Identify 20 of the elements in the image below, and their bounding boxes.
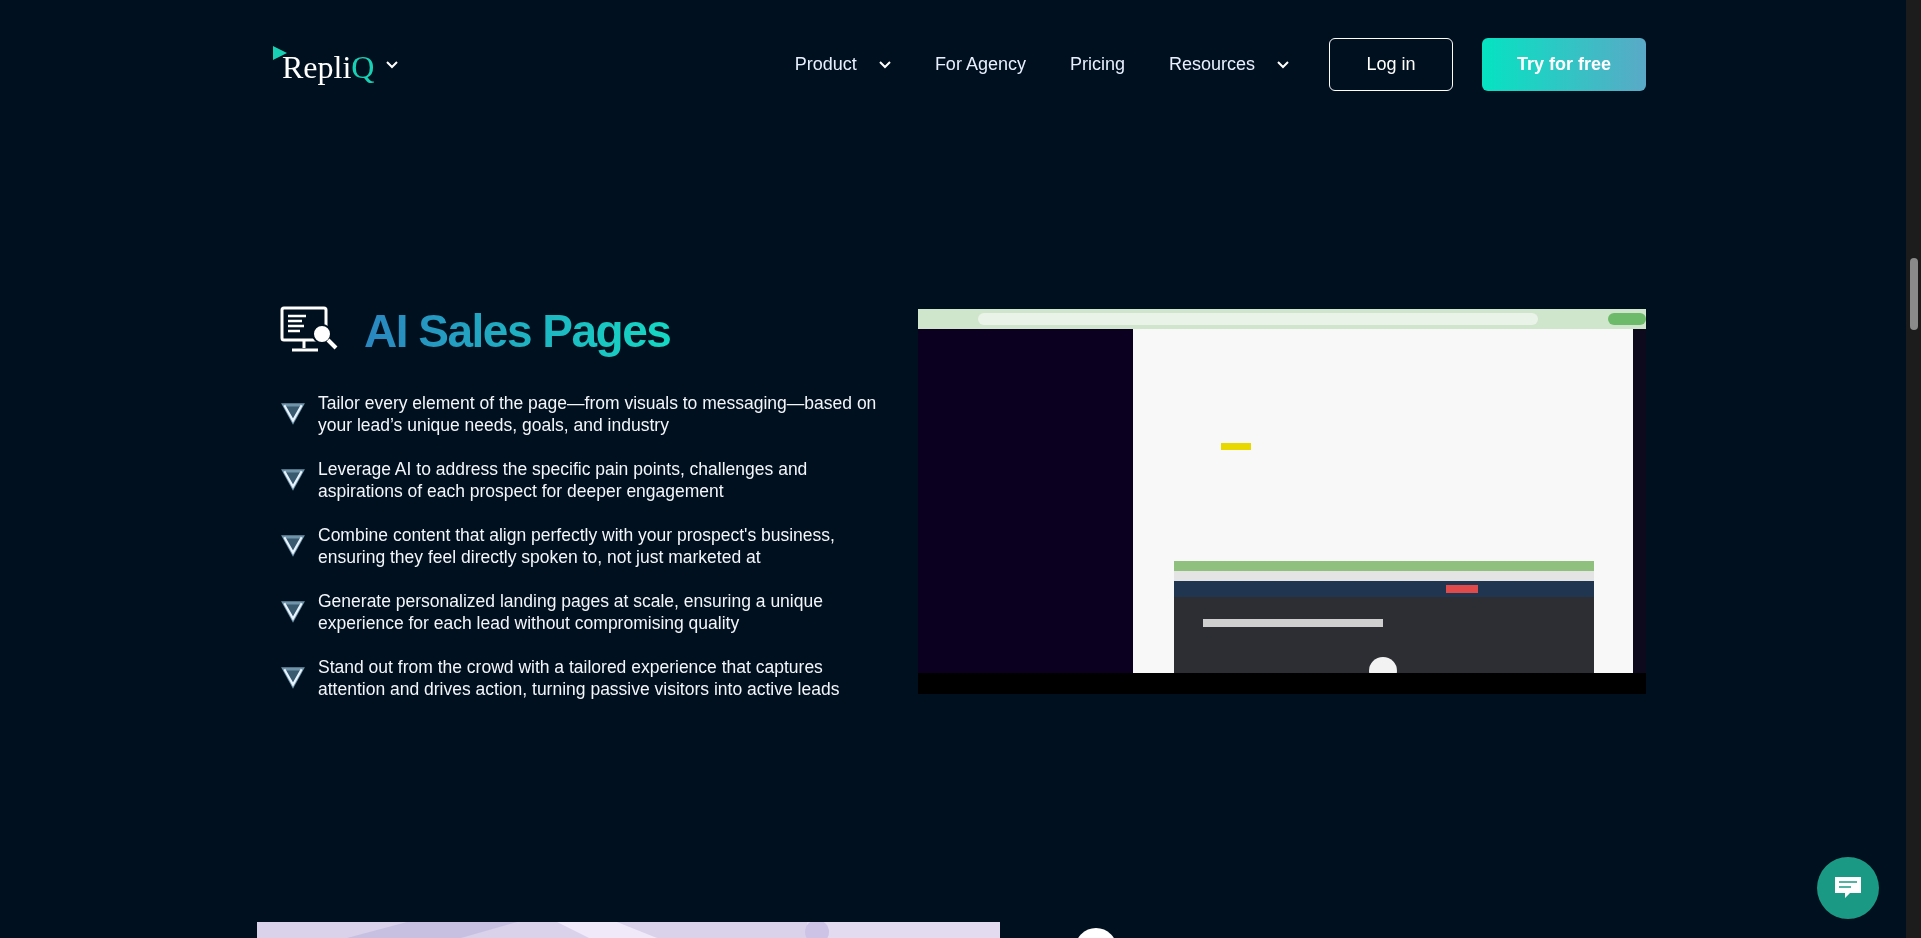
bullet-text: Combine content that align perfectly with your prospect's business, ensuring they feel directly spoken to, not just marketed at	[318, 524, 836, 568]
triangle-icon	[280, 468, 306, 492]
chevron-down-icon[interactable]	[878, 60, 891, 69]
bullet-text: Leverage AI to address the specific pain points, challenges and aspirations of each prospect for deeper engagement	[318, 458, 809, 502]
scrollbar[interactable]	[1906, 0, 1921, 938]
logo[interactable]: RepliQ	[272, 43, 375, 86]
bullet-text: Generate personalized landing pages at scale, ensuring a unique experience for each lead without compromising quality	[318, 590, 824, 634]
nav-link[interactable]: Pricing	[1069, 54, 1125, 75]
bullet-text: Stand out from the crowd with a tailored experience that captures attention and drives action, turning passive visitors into active leads	[318, 656, 841, 700]
chevron-down-icon[interactable]	[1277, 60, 1289, 69]
bullet-text: Tailor every element of the page—from visuals to messaging—based on your lead’s unique needs, goals, and industry	[318, 392, 878, 436]
triangle-icon	[280, 402, 306, 426]
triangle-icon	[280, 534, 306, 558]
nav-link[interactable]: For Agency	[934, 54, 1026, 75]
nav-link[interactable]: Product	[794, 54, 857, 75]
triangle-icon	[280, 666, 306, 690]
nav-link[interactable]: Resources	[1168, 54, 1255, 75]
login-button[interactable]: Log in	[1329, 38, 1453, 91]
triangle-icon	[280, 600, 306, 624]
chevron-down-icon[interactable]	[386, 60, 399, 69]
